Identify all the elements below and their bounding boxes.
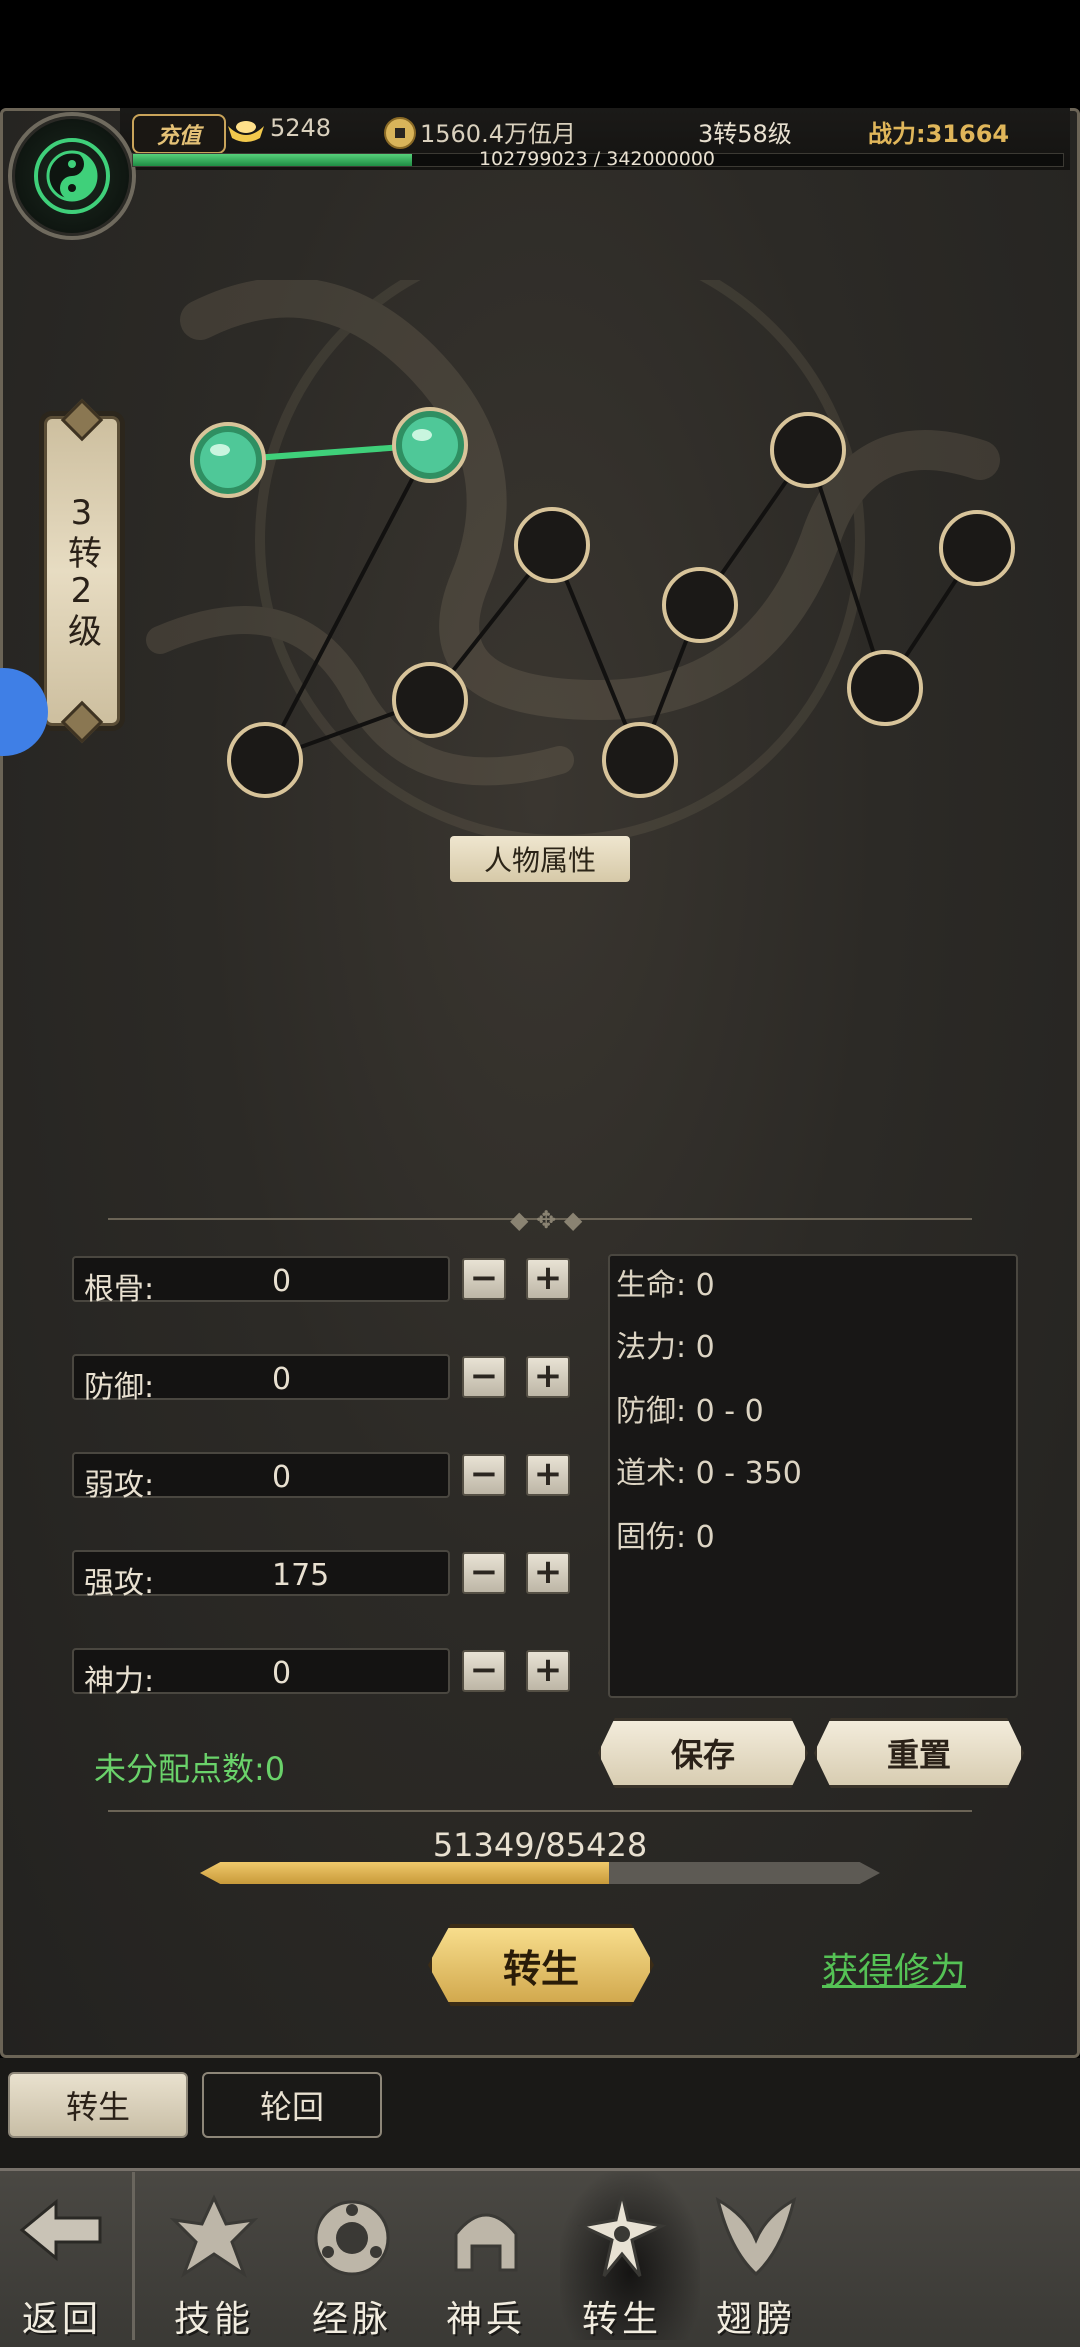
nav-meridians-label: 经脉: [311, 2299, 392, 2340]
nav-meridians[interactable]: 经脉: [296, 2190, 408, 2340]
ingot-count: 5248: [270, 114, 332, 142]
decrease-weak-attack-button[interactable]: −: [462, 1454, 506, 1496]
power-value: 31664: [925, 120, 1010, 148]
tab-rebirth[interactable]: 转生: [8, 2072, 188, 2138]
stat-label: 根骨:: [84, 1272, 155, 1307]
stat-value: 175: [272, 1558, 330, 1593]
stat-label: 强攻:: [84, 1566, 155, 1601]
activated-node[interactable]: [392, 407, 468, 483]
inactive-node[interactable]: [514, 507, 590, 583]
result-hp: 生命: 0: [616, 1268, 715, 1303]
nav-skills-label: 技能: [173, 2299, 254, 2340]
status-bar-area: [0, 0, 1080, 108]
wings-icon: [715, 2196, 797, 2277]
inactive-node[interactable]: [847, 650, 923, 726]
stat-row-root-bone: 根骨: 0: [72, 1256, 452, 1307]
rebirth-emblem-icon: [577, 2193, 667, 2277]
result-defense: 防御: 0 - 0: [616, 1394, 764, 1429]
nav-wings[interactable]: 翅膀: [700, 2190, 812, 2340]
combat-power: 战力:31664: [868, 114, 1009, 149]
stat-label: 防御:: [84, 1370, 155, 1405]
attribute-result-box: 生命: 0 法力: 0 防御: 0 - 0 道术: 0 - 350 固伤: 0: [608, 1254, 1018, 1698]
stat-row-weak-attack: 弱攻: 0: [72, 1452, 452, 1503]
character-attributes-tag[interactable]: 人物属性: [450, 836, 630, 882]
gain-cultivation-link[interactable]: 获得修为: [822, 1942, 966, 1994]
cultivation-progress-bar: [200, 1862, 880, 1884]
back-arrow-icon: [19, 2198, 102, 2262]
skills-icon: [169, 2194, 259, 2278]
decrease-defense-button[interactable]: −: [462, 1356, 506, 1398]
stat-value: 0: [272, 1460, 292, 1495]
stat-value: 0: [272, 1264, 292, 1299]
increase-defense-button[interactable]: +: [526, 1356, 570, 1398]
inactive-node[interactable]: [662, 567, 738, 643]
decrease-strong-attack-button[interactable]: −: [462, 1552, 506, 1594]
result-mp: 法力: 0: [616, 1330, 715, 1365]
nav-back-label: 返回: [21, 2299, 102, 2340]
rebirth-button[interactable]: 转生: [428, 1924, 654, 2006]
activated-node[interactable]: [190, 422, 266, 498]
nav-rebirth[interactable]: 转生: [566, 2190, 678, 2340]
decrease-root-bone-button[interactable]: −: [462, 1258, 506, 1300]
experience-text: 102799023 / 342000000: [478, 148, 716, 170]
rebirth-level-text: 3转58级: [698, 120, 792, 148]
divider-ornament: ◆ ✥ ◆: [510, 1206, 583, 1234]
reset-button[interactable]: 重置: [814, 1718, 1024, 1788]
stat-label: 弱攻:: [84, 1468, 155, 1503]
tab-reincarnation[interactable]: 轮回: [202, 2072, 382, 2138]
nav-rebirth-label: 转生: [581, 2299, 662, 2340]
stat-value: 0: [272, 1656, 292, 1691]
nav-separator: [132, 2172, 135, 2340]
inactive-node[interactable]: [770, 412, 846, 488]
cultivation-progress-text: 51349/85428: [432, 1826, 648, 1864]
inactive-node[interactable]: [392, 662, 468, 738]
unassigned-points: 未分配点数:0: [94, 1750, 286, 1788]
decrease-divine-power-button[interactable]: −: [462, 1650, 506, 1692]
coin-count: 1560.4万伍月: [420, 120, 576, 148]
inactive-node[interactable]: [602, 722, 678, 798]
result-fixed-damage: 固伤: 0: [616, 1520, 715, 1555]
avatar[interactable]: [8, 112, 136, 240]
nav-divine-weapon-label: 神兵: [445, 2299, 526, 2340]
stat-field: 弱攻: 0: [72, 1452, 450, 1503]
cultivation-progress-fill: [200, 1862, 609, 1884]
inactive-node[interactable]: [939, 510, 1015, 586]
save-button[interactable]: 保存: [598, 1718, 808, 1788]
stat-field: 防御: 0: [72, 1354, 450, 1405]
increase-strong-attack-button[interactable]: +: [526, 1552, 570, 1594]
nav-wings-label: 翅膀: [715, 2299, 796, 2340]
helmet-icon: [454, 2213, 518, 2272]
stat-field: 神力: 0: [72, 1648, 450, 1699]
nav-divine-weapon[interactable]: 神兵: [430, 2190, 542, 2340]
nav-skills[interactable]: 技能: [158, 2190, 270, 2340]
coin-icon: [384, 117, 416, 149]
increase-divine-power-button[interactable]: +: [526, 1650, 570, 1692]
stat-value: 0: [272, 1362, 292, 1397]
meridians-icon: [314, 2200, 390, 2276]
result-taoism: 道术: 0 - 350: [616, 1456, 802, 1491]
yin-yang-icon: [34, 138, 110, 214]
increase-weak-attack-button[interactable]: +: [526, 1454, 570, 1496]
section-divider-2: [108, 1810, 972, 1812]
nav-back[interactable]: 返回: [6, 2190, 118, 2340]
stat-field: 强攻: 175: [72, 1550, 450, 1601]
stat-row-defense: 防御: 0: [72, 1354, 452, 1405]
gold-ingot-icon: [228, 121, 264, 142]
stat-field: 根骨: 0: [72, 1256, 450, 1307]
inactive-node[interactable]: [227, 722, 303, 798]
stat-row-divine-power: 神力: 0: [72, 1648, 452, 1699]
power-label: 战力:: [868, 120, 926, 148]
stat-row-strong-attack: 强攻: 175: [72, 1550, 452, 1601]
increase-root-bone-button[interactable]: +: [526, 1258, 570, 1300]
rebirth-node-graph: [146, 280, 1015, 840]
stat-label: 神力:: [84, 1664, 155, 1699]
